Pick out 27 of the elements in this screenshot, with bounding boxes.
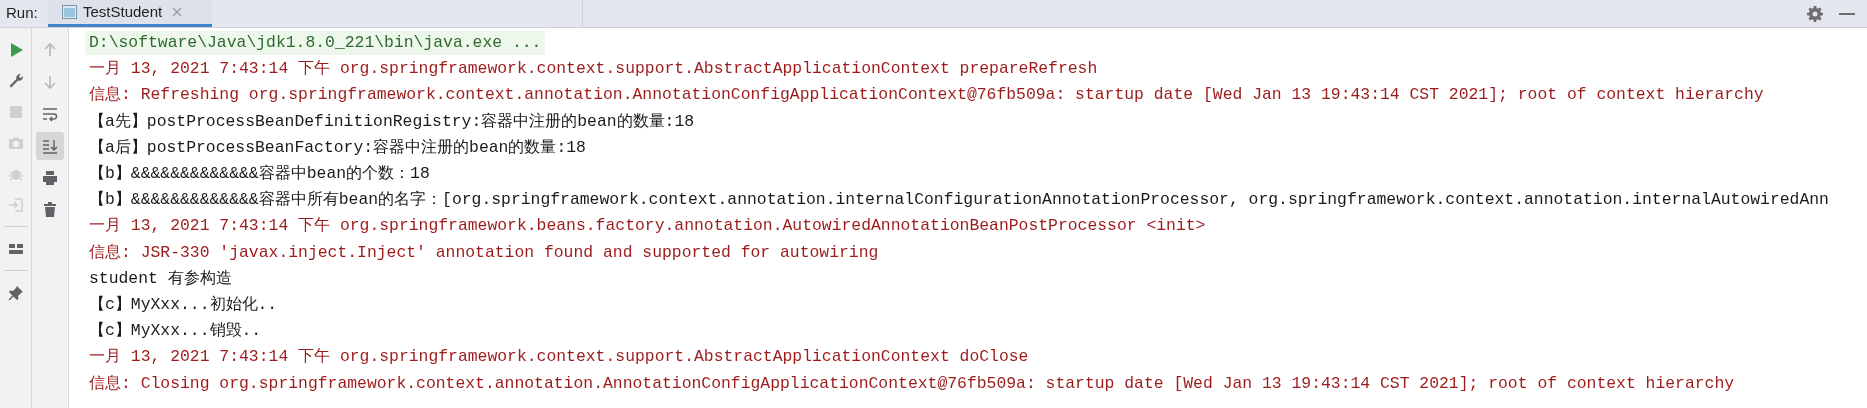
wrap-icon: [42, 106, 58, 122]
down-arrow-icon: [42, 74, 58, 90]
console-line: student 有参构造: [88, 267, 233, 290]
console-line: 【c】MyXxx...销毁..: [88, 320, 263, 343]
console-line: 【b】&&&&&&&&&&&&&容器中所有bean的名字：[org.springframework.context.annotation.internalConfigurationAnnotationProcessor, org.springframework.context.annotation.internalAutowiredAnn: [88, 189, 1830, 212]
console-line: 【c】MyXxx...初始化..: [88, 293, 279, 316]
toolbar-button[interactable]: [36, 132, 64, 160]
trash-icon: [42, 202, 58, 218]
console-line: 信息: Closing org.springframework.context.annotation.AnnotationConfigApplicationContext@76fb509a: startup date [Wed Jan 13 19:43:14 CST 2021]; root of context hierarchy: [88, 372, 1736, 395]
pin-icon[interactable]: [7, 284, 24, 301]
console-line: 信息: JSR-330 'javax.inject.Inject' annotation found and supported for autowiring: [88, 241, 880, 264]
console-line: 一月 13, 2021 7:43:14 下午 org.springframework.beans.factory.annotation.AutowiredAnnotationBeanPostProcessor <init>: [88, 215, 1207, 238]
console-line: 【b】&&&&&&&&&&&&&容器中bean的个数：18: [88, 163, 431, 186]
console-line: 一月 13, 2021 7:43:14 下午 org.springframework.context.support.AbstractApplicationContext prepareRefresh: [88, 58, 1099, 81]
run-tab[interactable]: TestStudent: [48, 0, 212, 27]
print-icon: [42, 170, 58, 186]
console-line: 【a先】postProcessBeanDefinitionRegistry:容器中注册的bean的数量:18: [88, 110, 696, 133]
close-icon[interactable]: [172, 7, 183, 17]
wrench-icon[interactable]: [7, 72, 24, 89]
scroll-to-end-icon: [42, 138, 58, 154]
up-arrow-icon: [42, 42, 58, 58]
console-icon: [62, 5, 77, 19]
console-line: 一月 13, 2021 7:43:14 下午 org.springframework.context.support.AbstractApplicationContext doClose: [88, 346, 1030, 369]
console-line: 信息: Refreshing org.springframework.context.annotation.AnnotationConfigApplicationContext@76fb509a: startup date [Wed Jan 13 19:43:14 CST 2021]; root of context hierarchy: [88, 84, 1765, 107]
settings-icon[interactable]: [1807, 5, 1823, 22]
console-line: 【a后】postProcessBeanFactory:容器中注册的bean的数量:18: [88, 136, 587, 159]
panel-title: Run:: [5, 3, 39, 24]
